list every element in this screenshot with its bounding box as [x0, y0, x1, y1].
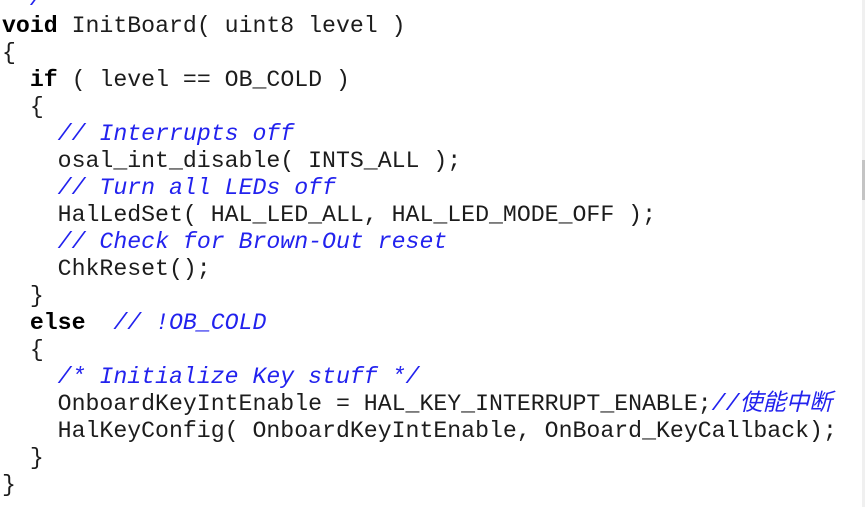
- comment-token: //使能中断: [711, 391, 833, 417]
- code-editor[interactable]: */void InitBoard( uint8 level ){ if ( le…: [2, 0, 861, 499]
- keyword-token: if: [29, 67, 58, 93]
- code-token: InitBoard( uint8 level ): [57, 13, 406, 39]
- code-line[interactable]: */: [2, 0, 861, 13]
- code-line[interactable]: }: [2, 283, 861, 310]
- comment-token: // Turn all LEDs off: [57, 175, 336, 201]
- code-token: }: [2, 472, 16, 498]
- code-line[interactable]: osal_int_disable( INTS_ALL );: [2, 148, 861, 175]
- code-line[interactable]: if ( level == OB_COLD ): [2, 67, 861, 94]
- code-token: }: [2, 445, 44, 471]
- code-line[interactable]: ChkReset();: [2, 256, 861, 283]
- comment-token: // Interrupts off: [57, 121, 295, 147]
- comment-token: /* Initialize Key stuff */: [57, 364, 420, 390]
- comment-token: */: [2, 0, 44, 12]
- code-line[interactable]: {: [2, 337, 861, 364]
- code-line[interactable]: /* Initialize Key stuff */: [2, 364, 861, 391]
- code-token: {: [2, 337, 44, 363]
- code-line[interactable]: OnboardKeyIntEnable = HAL_KEY_INTERRUPT_…: [2, 391, 861, 418]
- code-line[interactable]: HalLedSet( HAL_LED_ALL, HAL_LED_MODE_OFF…: [2, 202, 861, 229]
- code-line[interactable]: // Turn all LEDs off: [2, 175, 861, 202]
- keyword-token: void: [2, 13, 58, 39]
- code-line[interactable]: {: [2, 40, 861, 67]
- code-line[interactable]: else // !OB_COLD: [2, 310, 861, 337]
- code-token: {: [2, 94, 44, 120]
- code-token: HalLedSet( HAL_LED_ALL, HAL_LED_MODE_OFF…: [2, 202, 656, 228]
- code-line[interactable]: }: [2, 472, 861, 499]
- code-token: {: [2, 40, 16, 66]
- code-token: OnboardKeyIntEnable = HAL_KEY_INTERRUPT_…: [2, 391, 712, 417]
- code-line[interactable]: // Check for Brown-Out reset: [2, 229, 861, 256]
- code-line[interactable]: void InitBoard( uint8 level ): [2, 13, 861, 40]
- code-line[interactable]: HalKeyConfig( OnboardKeyIntEnable, OnBoa…: [2, 418, 861, 445]
- comment-token: // Check for Brown-Out reset: [57, 229, 448, 255]
- code-line[interactable]: {: [2, 94, 861, 121]
- code-token: HalKeyConfig( OnboardKeyIntEnable, OnBoa…: [2, 418, 837, 444]
- code-line[interactable]: // Interrupts off: [2, 121, 861, 148]
- code-token: ( level == OB_COLD ): [57, 67, 350, 93]
- code-token: ChkReset();: [2, 256, 211, 282]
- code-line[interactable]: }: [2, 445, 861, 472]
- comment-token: // !OB_COLD: [113, 310, 267, 336]
- code-token: osal_int_disable( INTS_ALL );: [2, 148, 462, 174]
- keyword-token: else: [29, 310, 86, 336]
- code-token: }: [2, 283, 44, 309]
